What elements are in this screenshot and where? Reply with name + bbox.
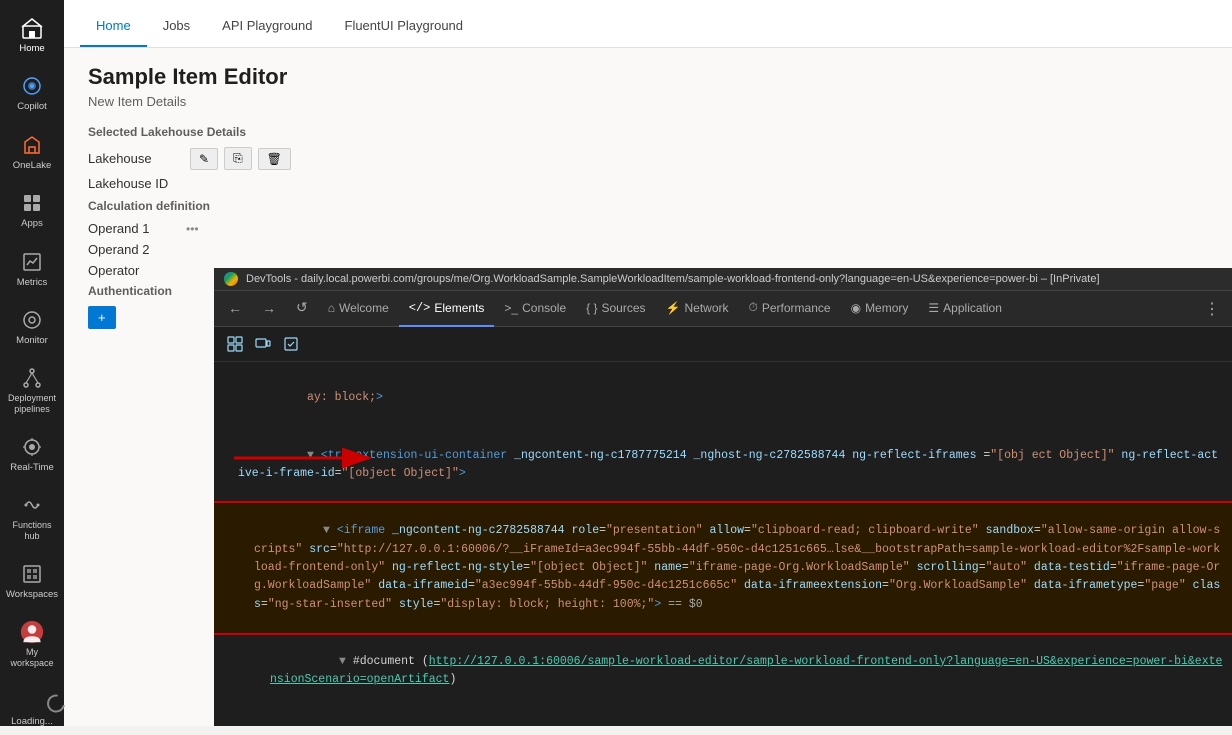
devtools-tab-performance[interactable]: ⏱ Performance xyxy=(739,291,841,327)
devtools-tab-application[interactable]: ☰ Application xyxy=(918,291,1011,327)
operand2-label: Operand 2 xyxy=(88,242,178,257)
sidebar-item-monitor[interactable]: Monitor xyxy=(2,300,62,354)
devtools-refresh-btn[interactable]: ↺ xyxy=(286,291,318,327)
sidebar-home-label: Home xyxy=(19,43,44,54)
device-toggle-btn[interactable] xyxy=(250,331,276,357)
myworkspace-icon xyxy=(20,620,44,644)
sidebar-item-copilot[interactable]: Copilot xyxy=(2,66,62,120)
deployment-icon xyxy=(20,366,44,390)
auth-button[interactable]: + xyxy=(88,306,116,329)
top-nav: Home Jobs API Playground FluentUI Playgr… xyxy=(64,0,1232,48)
functions-icon xyxy=(20,493,44,517)
devtools-back-btn[interactable]: ← xyxy=(218,291,252,327)
devtools-tab-memory[interactable]: ◉ Memory xyxy=(841,291,919,327)
edit-lakehouse-btn[interactable]: ✎ xyxy=(190,148,218,170)
tab-fluentui-playground[interactable]: FluentUI Playground xyxy=(329,6,480,47)
monitor-icon xyxy=(20,308,44,332)
sidebar-metrics-label: Metrics xyxy=(17,277,48,288)
inspect-element-btn[interactable] xyxy=(222,331,248,357)
devtools-tab-sources[interactable]: { } Sources xyxy=(576,291,655,327)
section-lakehouse-label: Selected Lakehouse Details xyxy=(88,125,1208,139)
main-content: Home Jobs API Playground FluentUI Playgr… xyxy=(64,0,1232,726)
sidebar-item-onelake[interactable]: OneLake xyxy=(2,125,62,179)
devtools-tab-console[interactable]: >_ Console xyxy=(494,291,576,327)
sidebar-deployment-label: Deployment pipelines xyxy=(6,393,58,415)
onelake-icon xyxy=(20,133,44,157)
home-icon xyxy=(20,16,44,40)
copy-lakehouse-btn[interactable]: ⎘ xyxy=(224,147,252,170)
devtools-tab-bar: ← → ↺ ⌂ Welcome </> Elements >_ Console … xyxy=(214,291,1232,327)
element-state-btn[interactable] xyxy=(278,331,304,357)
sidebar-functions-label: Functions hub xyxy=(6,520,58,542)
dom-line: ▼ <html> xyxy=(214,709,1232,726)
sidebar-monitor-label: Monitor xyxy=(16,335,48,346)
sidebar-item-deployment[interactable]: Deployment pipelines xyxy=(2,358,62,423)
delete-lakehouse-btn[interactable]: 🗑 xyxy=(258,148,291,170)
devtools-title-text: DevTools - daily.local.powerbi.com/group… xyxy=(246,273,1100,285)
devtools-tab-network[interactable]: ⚡ Network xyxy=(656,291,739,327)
devtools-tab-welcome[interactable]: ⌂ Welcome xyxy=(318,291,399,327)
sidebar-item-functions[interactable]: Functions hub xyxy=(2,485,62,550)
sidebar-item-loading[interactable]: Loading... xyxy=(2,681,62,735)
sidebar-item-apps[interactable]: Apps xyxy=(2,183,62,237)
sidebar-item-myworkspace[interactable]: My workspace xyxy=(2,612,62,677)
dom-line: ▼ <tri-extension-ui-container _ngcontent… xyxy=(214,427,1232,503)
performance-icon: ⏱ xyxy=(749,300,758,315)
sidebar-item-workspaces[interactable]: Workspaces xyxy=(2,554,62,608)
dom-line: ▼ #document (http://127.0.0.1:60006/samp… xyxy=(214,633,1232,709)
page-title: Sample Item Editor xyxy=(88,64,1208,90)
sidebar-apps-label: Apps xyxy=(21,218,43,229)
page-content: Sample Item Editor New Item Details Sele… xyxy=(64,48,1232,726)
sources-icon: { } xyxy=(586,301,597,315)
workspaces-icon xyxy=(20,562,44,586)
sidebar: Home Copilot OneLake xyxy=(0,0,64,726)
sidebar-workspaces-label: Workspaces xyxy=(6,589,58,600)
application-icon: ☰ xyxy=(928,301,939,315)
sidebar-realtime-label: Real-Time xyxy=(10,462,53,473)
welcome-icon: ⌂ xyxy=(328,301,335,315)
console-icon: >_ xyxy=(504,301,518,315)
lakehouse-id-label: Lakehouse ID xyxy=(88,176,178,191)
sidebar-item-home[interactable]: Home xyxy=(2,8,62,62)
devtools-panel: DevTools - daily.local.powerbi.com/group… xyxy=(214,268,1232,726)
tab-home[interactable]: Home xyxy=(80,6,147,47)
operator-label: Operator xyxy=(88,263,178,278)
dom-content[interactable]: ay: block;> ▼ <tri-extension-ui-containe… xyxy=(214,362,1232,726)
realtime-icon xyxy=(20,435,44,459)
loading-icon xyxy=(20,689,44,713)
operand1-label: Operand 1 xyxy=(88,221,178,236)
dom-line-highlighted: ▼ <iframe _ngcontent-ng-c2782588744 role… xyxy=(214,503,1232,634)
lakehouse-label: Lakehouse xyxy=(88,151,178,166)
copilot-icon xyxy=(20,74,44,98)
sidebar-item-realtime[interactable]: Real-Time xyxy=(2,427,62,481)
dom-line: ay: block;> xyxy=(214,370,1232,427)
elements-icon: </> xyxy=(409,301,431,315)
devtools-titlebar: DevTools - daily.local.powerbi.com/group… xyxy=(214,268,1232,291)
devtools-tab-elements[interactable]: </> Elements xyxy=(399,291,495,327)
page-subtitle: New Item Details xyxy=(88,94,1208,109)
memory-icon: ◉ xyxy=(851,301,861,315)
sidebar-myworkspace-label: My workspace xyxy=(6,647,58,669)
devtools-more-tabs-btn[interactable]: ⋮ xyxy=(1196,299,1228,319)
tab-api-playground[interactable]: API Playground xyxy=(206,6,328,47)
sidebar-onelake-label: OneLake xyxy=(13,160,52,171)
sidebar-copilot-label: Copilot xyxy=(17,101,47,112)
elements-toolbar xyxy=(214,327,1232,362)
devtools-forward-btn[interactable]: → xyxy=(252,291,286,327)
section-calc-label: Calculation definition xyxy=(88,199,1208,213)
sidebar-item-metrics[interactable]: Metrics xyxy=(2,242,62,296)
metrics-icon xyxy=(20,250,44,274)
apps-icon xyxy=(20,191,44,215)
devtools-browser-icon xyxy=(224,272,238,286)
tab-jobs[interactable]: Jobs xyxy=(147,6,206,47)
network-icon: ⚡ xyxy=(666,301,681,315)
